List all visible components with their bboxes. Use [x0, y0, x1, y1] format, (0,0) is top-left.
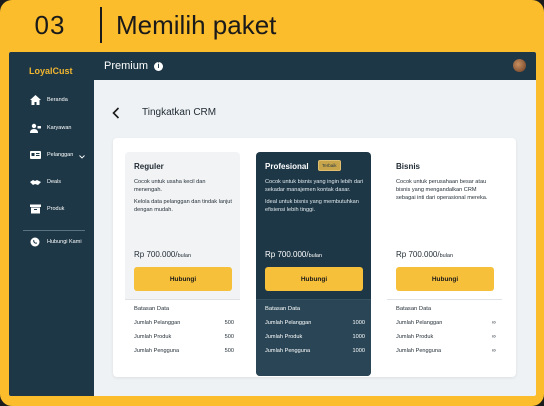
feature-label: Jumlah Pelanggan: [396, 320, 443, 326]
sidebar: LoyalCust Beranda Karyawan Pelanggan Dea…: [9, 52, 94, 396]
feature-value: ∞: [492, 334, 496, 340]
sidebar-divider: [23, 230, 85, 231]
feature-label: Jumlah Pelanggan: [134, 320, 181, 326]
plan-price: Rp 700.000/bulan: [134, 250, 191, 259]
sidebar-item-label: Beranda: [47, 97, 68, 103]
page-title: Tingkatkan CRM: [142, 107, 217, 118]
whatsapp-icon: [29, 237, 41, 247]
feature-row: Jumlah Produk ∞: [396, 334, 496, 340]
plan-name: Profesional: [265, 162, 309, 171]
limits-heading: Batasan Data: [134, 306, 170, 312]
feature-label: Jumlah Produk: [265, 334, 303, 340]
feature-value: 500: [224, 320, 234, 326]
sidebar-item-pelanggan[interactable]: Pelanggan: [29, 146, 86, 164]
banner-divider: [100, 7, 102, 43]
home-icon: [29, 95, 41, 105]
info-icon[interactable]: i: [154, 61, 164, 71]
limits-heading: Batasan Data: [265, 306, 301, 312]
best-badge: Terbaik: [318, 160, 341, 171]
feature-value: ∞: [492, 348, 496, 354]
feature-value: 500: [224, 334, 234, 340]
feature-label: Jumlah Pengguna: [134, 348, 180, 354]
chevron-down-icon: [79, 146, 86, 164]
feature-label: Jumlah Pelanggan: [265, 320, 312, 326]
plan-description: Cocok untuk usaha kecil dan menengah. Ke…: [134, 178, 234, 214]
feature-row: Jumlah Produk 1000: [265, 334, 365, 340]
sidebar-item-label: Hubungi Kami: [47, 239, 82, 245]
price-value: Rp 700.000/: [396, 250, 440, 259]
tutorial-frame: 03 Memilih paket LoyalCust Beranda Karya…: [0, 0, 544, 406]
price-unit: bulan: [177, 253, 192, 259]
sidebar-item-produk[interactable]: Produk: [29, 202, 64, 216]
avatar[interactable]: [513, 59, 526, 72]
app-screen: LoyalCust Beranda Karyawan Pelanggan Dea…: [9, 52, 536, 396]
employees-icon: [29, 123, 41, 133]
feature-value: 1000: [352, 334, 365, 340]
plan-price: Rp 700.000/bulan: [396, 250, 453, 259]
feature-value: 500: [224, 348, 234, 354]
sidebar-item-karyawan[interactable]: Karyawan: [29, 121, 71, 135]
plan-divider: [387, 299, 502, 300]
step-title: Memilih paket: [116, 9, 277, 40]
plan-name: Reguler: [134, 162, 164, 171]
feature-label: Jumlah Produk: [396, 334, 434, 340]
price-unit: bulan: [439, 253, 454, 259]
sidebar-item-label: Deals: [47, 179, 62, 185]
back-arrow-icon[interactable]: [112, 106, 120, 122]
deals-icon: [29, 177, 41, 187]
feature-row: Jumlah Pelanggan ∞: [396, 320, 496, 326]
customers-icon: [29, 150, 41, 160]
price-unit: bulan: [308, 253, 323, 259]
top-bar: Premium i: [94, 52, 536, 80]
feature-value: 1000: [352, 320, 365, 326]
feature-label: Jumlah Pengguna: [396, 348, 442, 354]
plan-description-1: Cocok untuk usaha kecil dan menengah.: [134, 179, 206, 193]
contact-button-bisnis[interactable]: Hubungi: [396, 267, 494, 291]
step-number: 03: [34, 9, 66, 40]
plan-description-1: Cocok untuk perusahaan besar atau bisnis…: [396, 179, 488, 201]
contact-button-reguler[interactable]: Hubungi: [134, 267, 232, 291]
feature-row: Jumlah Pengguna 500: [134, 348, 234, 354]
price-value: Rp 700.000/: [265, 250, 309, 259]
plan-card-profesional: Profesional Terbaik Cocok untuk bisnis y…: [256, 152, 371, 376]
plan-card-bisnis: Bisnis Cocok untuk perusahaan besar atau…: [387, 152, 502, 376]
plans-panel: Reguler Cocok untuk usaha kecil dan mene…: [113, 138, 516, 377]
plan-divider: [125, 299, 240, 300]
plan-name: Bisnis: [396, 162, 421, 171]
plan-divider: [256, 299, 371, 300]
feature-label: Jumlah Pengguna: [265, 348, 311, 354]
top-bar-title: Premium: [104, 60, 149, 72]
sidebar-item-hubungi-kami[interactable]: Hubungi Kami: [29, 235, 82, 249]
sidebar-item-beranda[interactable]: Beranda: [29, 93, 68, 107]
contact-button-profesional[interactable]: Hubungi: [265, 267, 363, 291]
plan-description-2: Kelola data pelanggan dan tindak lanjut …: [134, 199, 232, 213]
price-value: Rp 700.000/: [134, 250, 178, 259]
feature-row: Jumlah Produk 500: [134, 334, 234, 340]
sidebar-item-label: Produk: [47, 206, 65, 212]
feature-row: Jumlah Pelanggan 500: [134, 320, 234, 326]
sidebar-item-label: Pelanggan: [47, 152, 74, 158]
step-banner: 03 Memilih paket: [0, 0, 544, 50]
plan-description: Cocok untuk bisnis yang ingin lebih dari…: [265, 178, 365, 214]
feature-row: Jumlah Pelanggan 1000: [265, 320, 365, 326]
plan-description: Cocok untuk perusahaan besar atau bisnis…: [396, 178, 496, 202]
feature-value: 1000: [352, 348, 365, 354]
plan-price: Rp 700.000/bulan: [265, 250, 322, 259]
feature-row: Jumlah Pengguna ∞: [396, 348, 496, 354]
feature-row: Jumlah Pengguna 1000: [265, 348, 365, 354]
sidebar-item-label: Karyawan: [47, 125, 72, 131]
plan-description-2: Ideal untuk bisnis yang membutuhkan efis…: [265, 199, 359, 213]
feature-value: ∞: [492, 320, 496, 326]
plan-description-1: Cocok untuk bisnis yang ingin lebih dari…: [265, 179, 364, 193]
sidebar-item-deals[interactable]: Deals: [29, 175, 61, 189]
product-icon: [29, 204, 41, 214]
plan-card-reguler: Reguler Cocok untuk usaha kecil dan mene…: [125, 152, 240, 376]
feature-label: Jumlah Produk: [134, 334, 172, 340]
limits-heading: Batasan Data: [396, 306, 432, 312]
app-logo: LoyalCust: [29, 66, 73, 76]
